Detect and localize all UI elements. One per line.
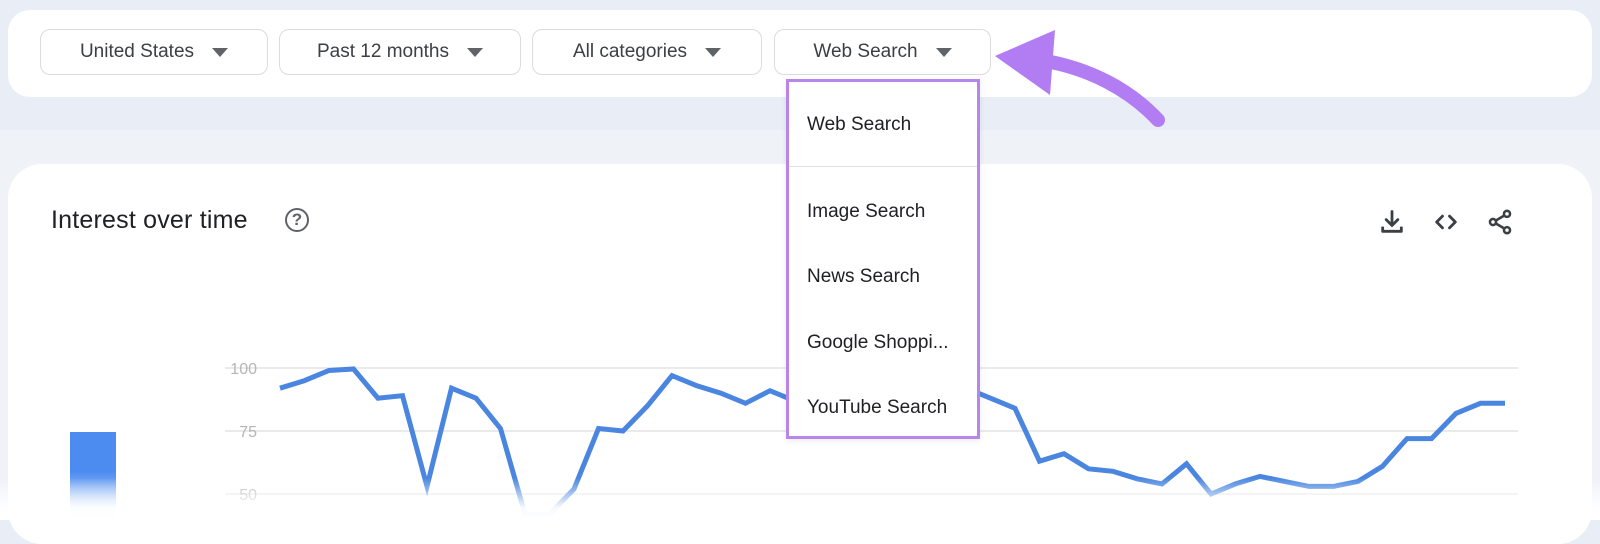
annotation-arrow-icon [995, 30, 1165, 127]
dropdown-divider [789, 166, 977, 167]
dropdown-option-web-search[interactable]: Web Search [807, 114, 911, 136]
y-tick-label: 75 [239, 424, 257, 441]
y-tick-label: 50 [239, 487, 257, 504]
search-type-dropdown-menu: Web Search Image Search News Search Goog… [786, 79, 980, 439]
dropdown-option-image-search[interactable]: Image Search [807, 201, 925, 223]
dropdown-option-google-shopping[interactable]: Google Shoppi... [807, 332, 949, 354]
dropdown-option-news-search[interactable]: News Search [807, 266, 920, 288]
y-tick-label: 100 [230, 361, 257, 378]
dropdown-option-youtube-search[interactable]: YouTube Search [807, 397, 947, 419]
